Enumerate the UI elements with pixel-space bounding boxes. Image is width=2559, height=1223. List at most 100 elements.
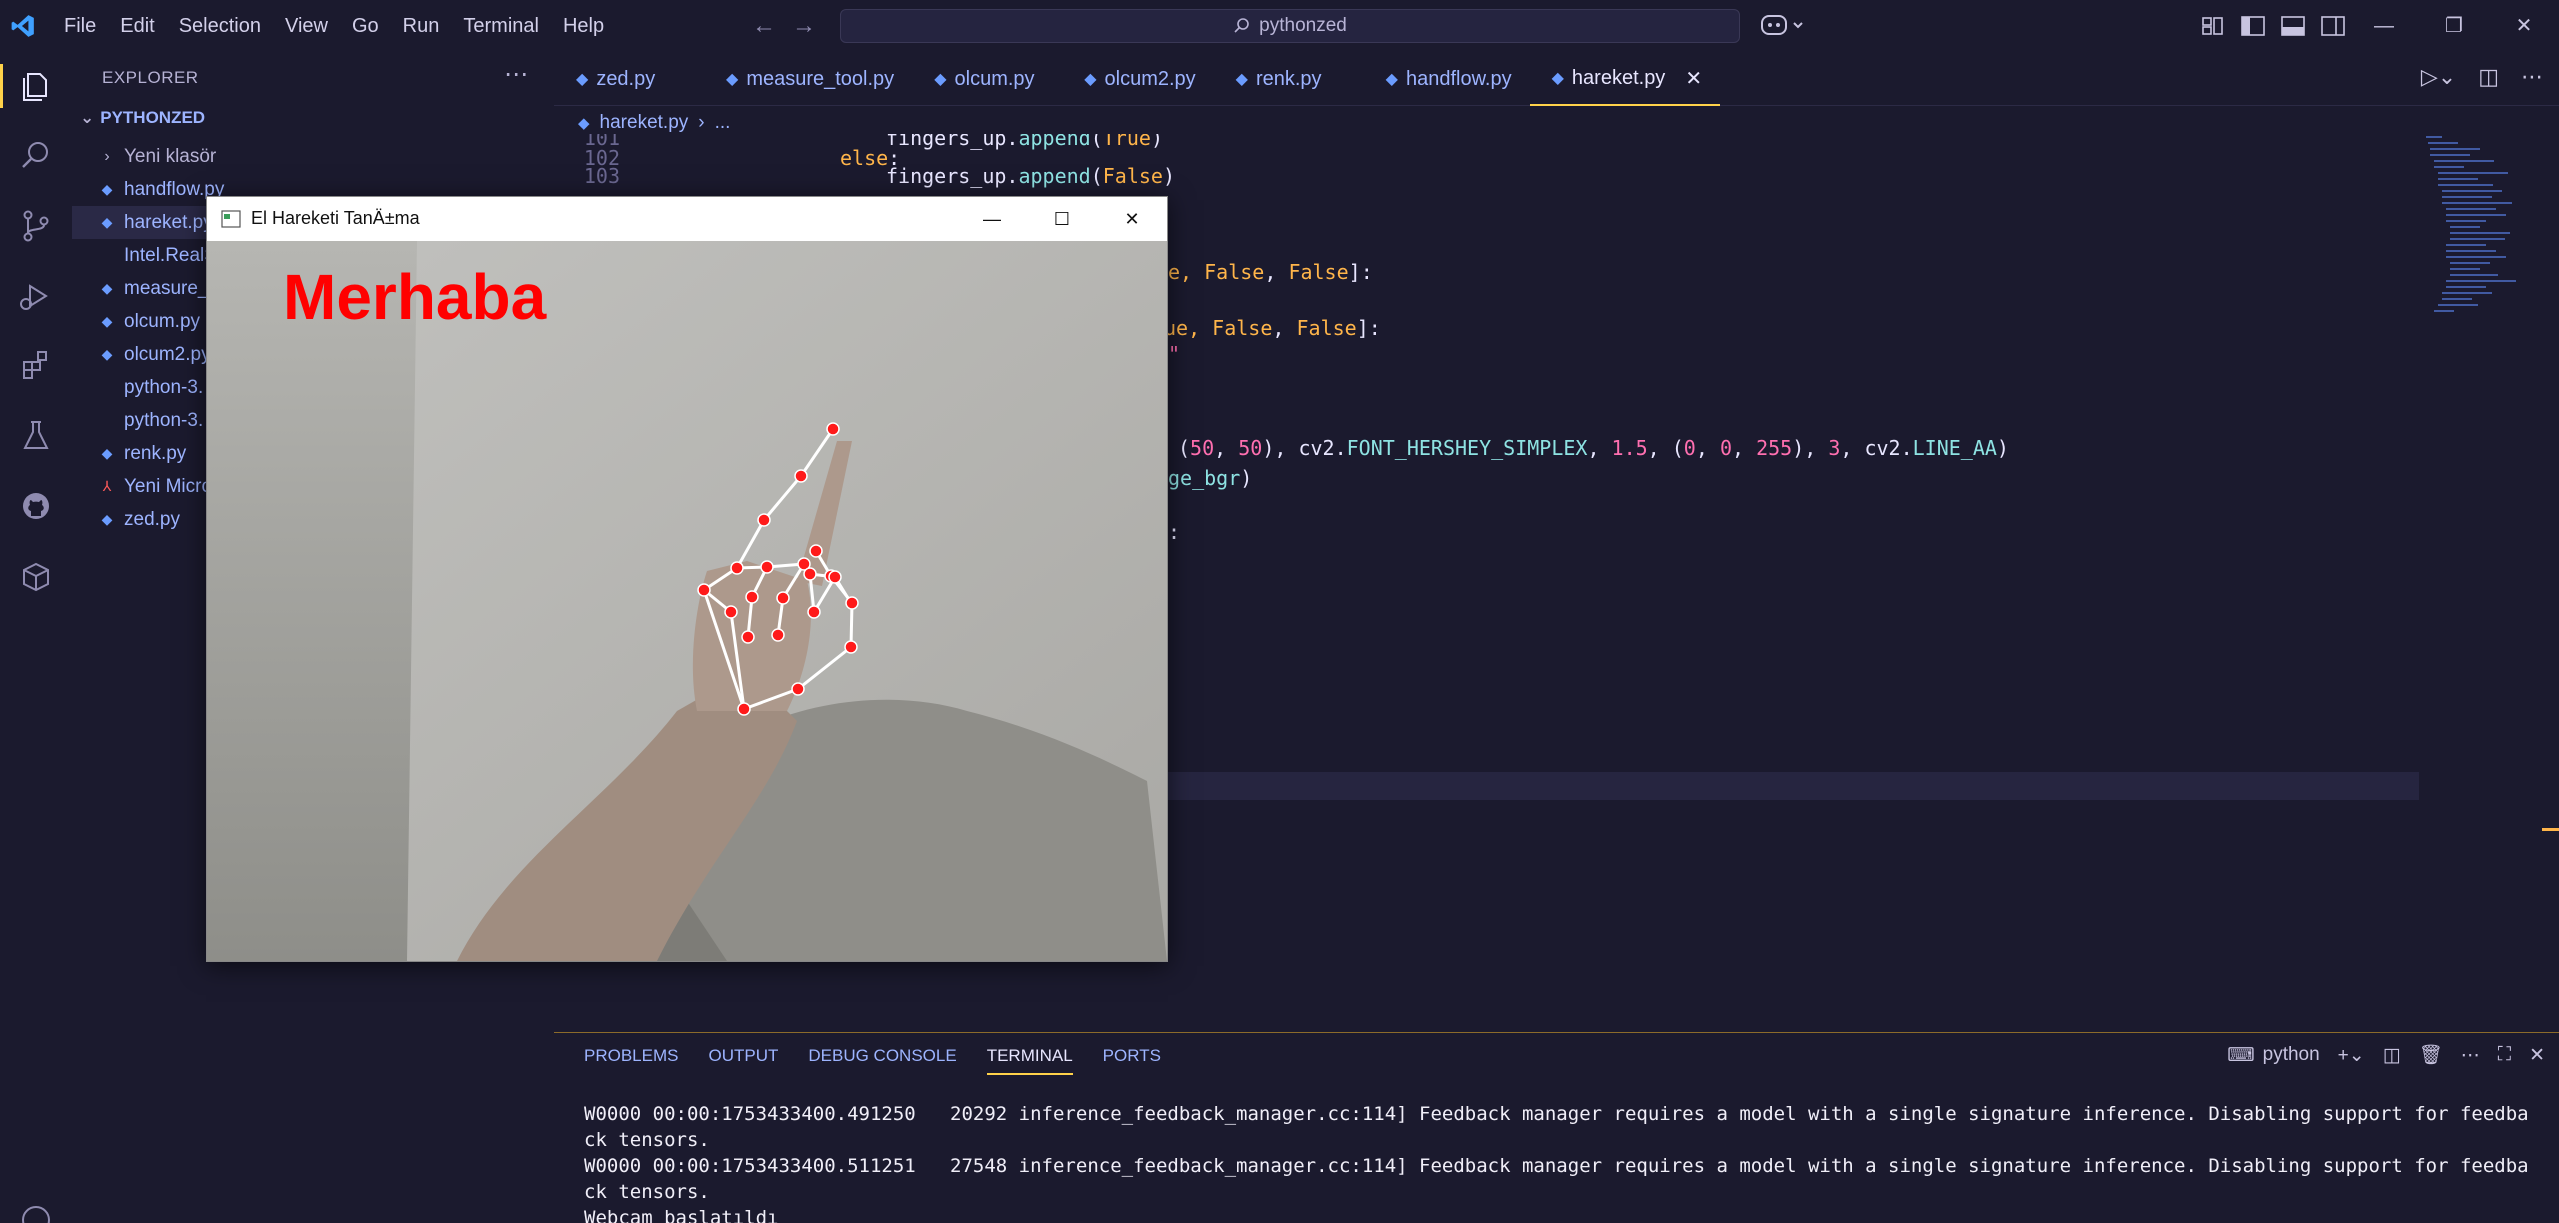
code-token: 1.5 [1611,436,1648,460]
close-tab-icon[interactable]: ✕ [1685,66,1702,91]
active-indicator [0,64,3,108]
tab-debug-console[interactable]: DEBUG CONSOLE [808,1041,956,1075]
code-token: 255 [1756,436,1793,460]
terminal-selector[interactable]: ⌨ python [2227,1044,2319,1067]
code-token: ]: [1356,316,1381,340]
code-token: , [1587,436,1612,460]
code-token: ) [1162,164,1176,188]
tab-olcum[interactable]: ◆ olcum.py [912,52,1062,106]
menu-help[interactable]: Help [551,0,616,52]
menu-selection[interactable]: Selection [167,0,273,52]
accounts-icon[interactable] [16,1200,56,1223]
explorer-root-folder[interactable]: ⌄ PYTHONZED [80,108,205,128]
code-token: ) [1150,134,1163,150]
terminal-output[interactable]: W0000 00:00:1753433400.491250 20292 infe… [584,1101,2539,1223]
run-python-file-icon[interactable]: ▷⌄ [2421,64,2456,90]
python-file-icon: ◆ [1235,71,1248,88]
tree-item-label: python-3. [124,376,204,398]
breadcrumb-symbol[interactable]: ... [715,112,731,134]
tab-label: olcum2.py [1104,67,1196,90]
minimize-icon[interactable]: — [2349,0,2419,52]
tab-problems[interactable]: PROBLEMS [584,1041,678,1075]
code-line: ge_bgr) [1168,466,1252,490]
tab-ports[interactable]: PORTS [1103,1041,1161,1075]
minimize-icon[interactable]: — [957,197,1027,241]
back-arrow-icon[interactable]: ← [750,11,778,41]
command-center[interactable]: pythonzed [840,9,1740,43]
more-actions-icon[interactable]: ⋯ [2461,1044,2480,1067]
explorer-title: EXPLORER [102,68,199,87]
github-icon[interactable] [16,486,56,526]
toggle-primary-sidebar-icon[interactable] [2238,12,2268,40]
close-panel-icon[interactable]: ✕ [2529,1044,2545,1067]
code-token: ( [1178,436,1191,460]
tab-handflow[interactable]: ◆ handflow.py [1364,52,1530,106]
tree-item-label: olcum2.py [124,343,211,365]
python-file-icon: ◆ [576,71,589,88]
tree-item-yeni-klasor[interactable]: › Yeni klasör [72,140,554,173]
tab-zed[interactable]: ◆ zed.py [554,52,704,106]
window-app-icon [221,210,241,228]
restore-icon[interactable]: ❐ [2419,0,2489,52]
extensions-icon[interactable] [16,346,56,386]
trash-icon[interactable]: 🗑 [2419,1043,2443,1067]
tab-terminal[interactable]: TERMINAL [986,1041,1073,1075]
close-icon[interactable]: ✕ [2489,0,2559,52]
menu-view[interactable]: View [273,0,340,52]
copilot-icon[interactable] [1760,11,1806,41]
breadcrumb: ◆ hareket.py › ... [578,112,730,134]
toggle-panel-icon[interactable] [2278,12,2308,40]
tab-olcum2[interactable]: ◆ olcum2.py [1062,52,1213,106]
split-editor-icon[interactable]: ◫ [2478,64,2499,90]
activity-bar [0,52,72,1223]
customize-layout-icon[interactable] [2198,12,2228,40]
opencv-window[interactable]: El Hareketi TanÄ±ma — ☐ ✕ Merhaba [206,196,1168,962]
split-terminal-icon[interactable]: ◫ [2383,1044,2401,1067]
menu-edit[interactable]: Edit [108,0,166,52]
more-actions-icon[interactable]: ⋯ [504,60,528,89]
forward-arrow-icon[interactable]: → [790,11,818,41]
maximize-icon[interactable]: ☐ [1027,197,1097,241]
code-token: ) [1240,466,1253,490]
tab-renk[interactable]: ◆ renk.py [1214,52,1364,106]
testing-icon[interactable] [16,416,56,456]
code-token: 0 [1683,436,1696,460]
chevron-right-icon: › [698,112,705,133]
close-icon[interactable]: ✕ [1097,197,1167,241]
tab-measure-tool[interactable]: ◆ measure_tool.py [704,52,912,106]
code-token: ), cv2. [1262,436,1347,460]
containers-icon[interactable] [16,556,56,596]
tab-label: handflow.py [1405,67,1512,90]
more-actions-icon[interactable]: ⋯ [2521,64,2543,90]
code-token: False [1296,316,1357,340]
menu-run[interactable]: Run [391,0,452,52]
code-token: FONT_HERSHEY_SIMPLEX [1346,436,1588,460]
toggle-secondary-sidebar-icon[interactable] [2318,12,2348,40]
minimap[interactable] [2424,134,2554,434]
search-view-icon[interactable] [16,136,56,176]
run-debug-icon[interactable] [16,276,56,316]
terminal-line: Webcam başlatıldı [584,1207,779,1223]
code-token: , [1214,436,1239,460]
menu-file[interactable]: File [52,0,108,52]
python-file-icon: ◆ [101,445,113,461]
code-token: ge_bgr [1168,466,1241,490]
tree-item-label: olcum.py [124,310,201,332]
breadcrumb-file[interactable]: hareket.py [600,112,689,134]
code-line: ue, False, False]: [1164,316,1381,340]
tab-label: zed.py [596,67,656,90]
opencv-window-titlebar[interactable]: El Hareketi TanÄ±ma — ☐ ✕ [207,197,1167,241]
menu-go[interactable]: Go [340,0,391,52]
tab-hareket[interactable]: ◆ hareket.py ✕ [1529,52,1721,106]
explorer-icon[interactable] [16,66,56,106]
pdf-file-icon: ⅄ [102,478,112,494]
source-control-icon[interactable] [16,206,56,246]
menu-terminal[interactable]: Terminal [451,0,551,52]
python-file-icon: ◆ [1385,71,1398,88]
tab-label: renk.py [1255,67,1322,90]
tab-output[interactable]: OUTPUT [708,1041,778,1075]
root-folder-label: PYTHONZED [100,108,206,127]
new-terminal-icon[interactable]: +⌄ [2338,1044,2365,1067]
maximize-panel-icon[interactable]: ⛶ [2498,1044,2511,1066]
layout-controls [2198,12,2348,40]
